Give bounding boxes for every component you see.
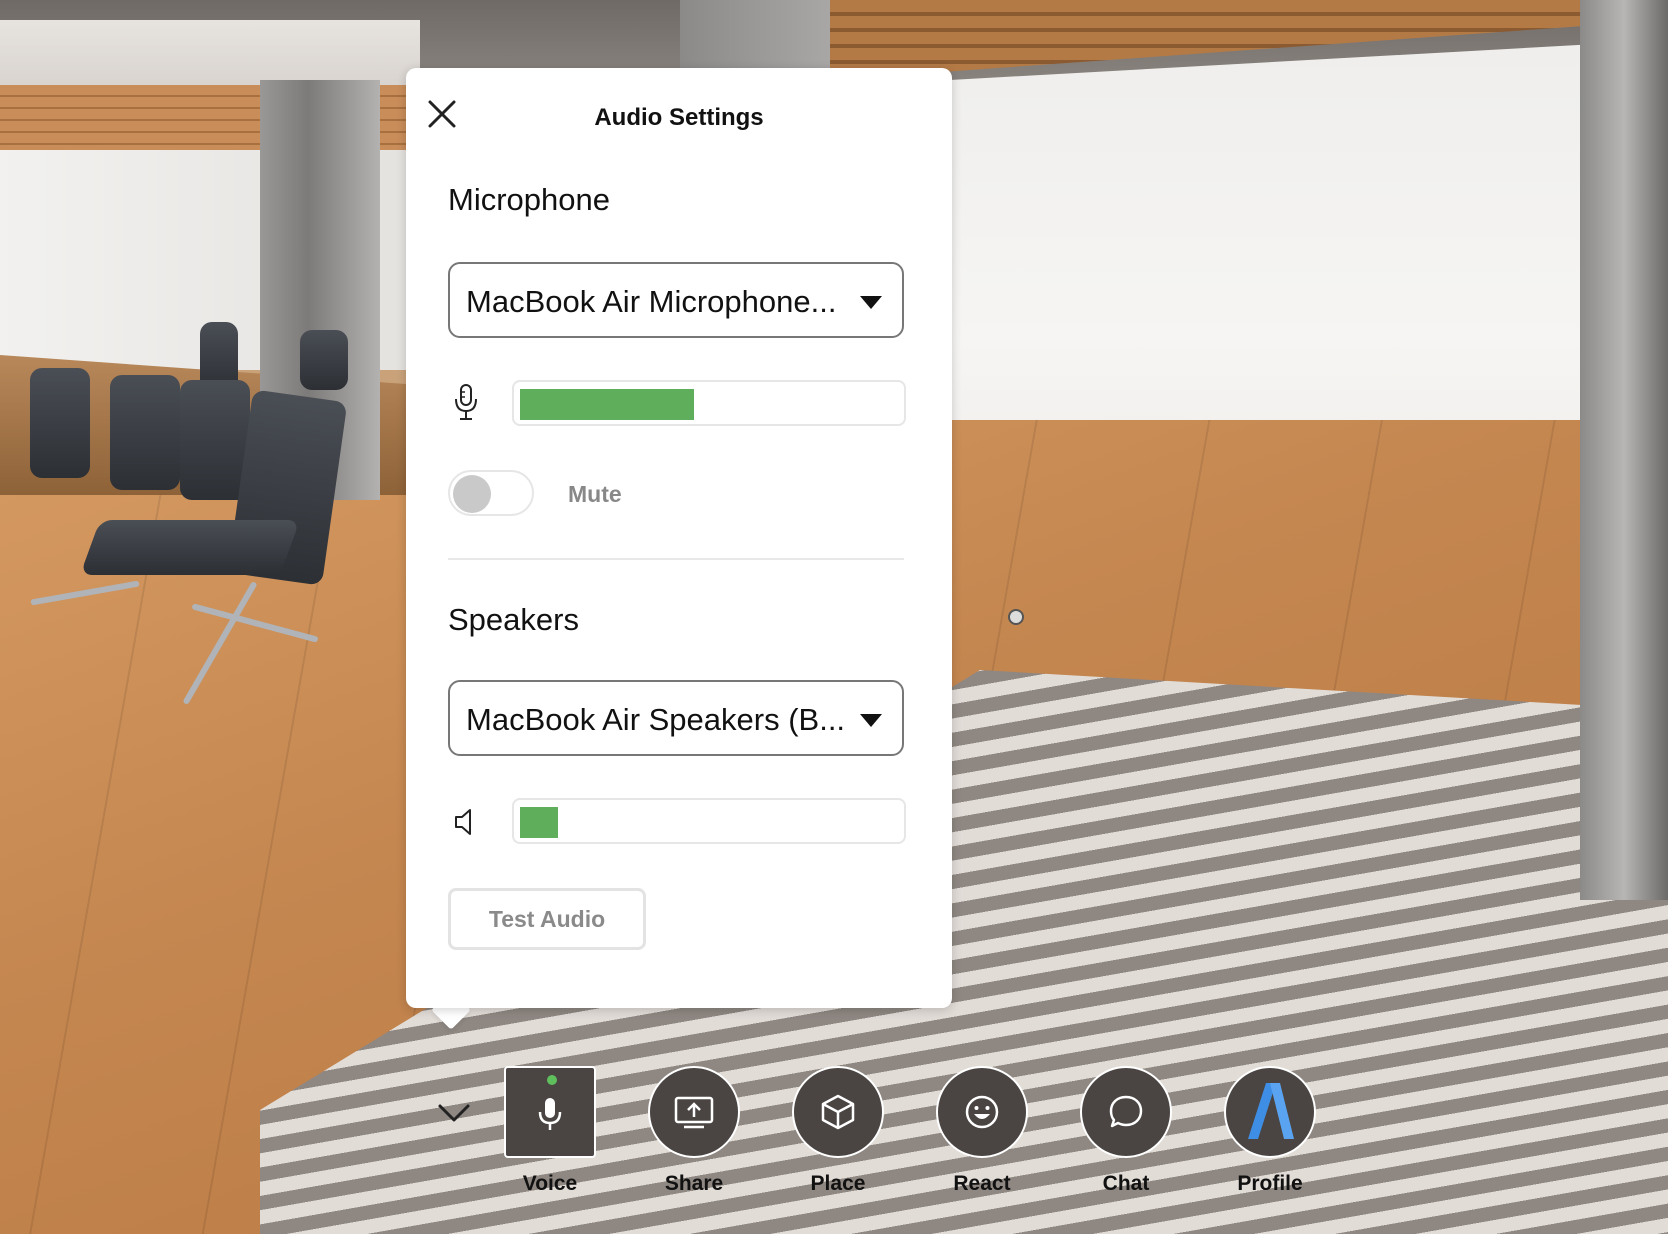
- voice-label: Voice: [522, 1172, 578, 1195]
- chair: [300, 330, 348, 390]
- speaker-icon: [448, 802, 484, 842]
- speakers-level-fill: [520, 807, 558, 838]
- profile-label: Profile: [1237, 1172, 1303, 1195]
- toolbar-place[interactable]: Place: [790, 1066, 886, 1196]
- chat-bubble-icon: [1109, 1095, 1143, 1128]
- toolbar-react[interactable]: React: [934, 1066, 1030, 1196]
- panel-title: Audio Settings: [594, 104, 764, 131]
- share-button[interactable]: [648, 1066, 740, 1158]
- section-divider: [448, 558, 904, 560]
- collapse-toolbar-button[interactable]: [434, 1098, 474, 1128]
- share-label: Share: [664, 1172, 724, 1195]
- chat-label: Chat: [1102, 1172, 1150, 1195]
- active-indicator: [547, 1075, 557, 1085]
- profile-avatar-icon: [1248, 1083, 1294, 1139]
- toolbar-profile[interactable]: Profile: [1222, 1066, 1318, 1196]
- toolbar-voice[interactable]: Voice: [502, 1066, 598, 1196]
- mute-label: Mute: [568, 481, 622, 507]
- microphone-level-meter: [512, 380, 906, 426]
- react-button[interactable]: [936, 1066, 1028, 1158]
- place-label: Place: [810, 1172, 866, 1195]
- microphone-select[interactable]: MacBook Air Microphone...: [448, 262, 904, 338]
- chair: [110, 375, 180, 490]
- place-button[interactable]: [792, 1066, 884, 1158]
- caret-down-icon: [860, 714, 882, 727]
- speakers-select-value: MacBook Air Speakers (B...: [466, 702, 846, 737]
- microphone-level-fill: [520, 389, 694, 420]
- mute-toggle[interactable]: [448, 470, 534, 516]
- speakers-select[interactable]: MacBook Air Speakers (B...: [448, 680, 904, 756]
- smiley-icon: [965, 1095, 999, 1129]
- microphone-section-title: Microphone: [448, 182, 610, 217]
- voice-button[interactable]: [504, 1066, 596, 1158]
- toolbar-chat[interactable]: Chat: [1078, 1066, 1174, 1196]
- test-audio-button[interactable]: Test Audio: [448, 888, 646, 950]
- react-label: React: [953, 1172, 1011, 1195]
- profile-button[interactable]: [1224, 1066, 1316, 1158]
- speakers-section-title: Speakers: [448, 602, 579, 637]
- audio-settings-panel: Audio Settings Microphone MacBook Air Mi…: [406, 68, 952, 1008]
- microphone-icon: [538, 1098, 562, 1130]
- microphone-icon: [448, 382, 484, 422]
- chair: [79, 520, 301, 575]
- cursor-marker: [1008, 609, 1024, 625]
- speakers-level-meter: [512, 798, 906, 844]
- caret-down-icon: [860, 296, 882, 309]
- chevron-down-icon: [438, 1104, 470, 1122]
- microphone-select-value: MacBook Air Microphone...: [466, 284, 837, 319]
- toolbar-share[interactable]: Share: [646, 1066, 742, 1196]
- chat-button[interactable]: [1080, 1066, 1172, 1158]
- cube-icon: [821, 1094, 855, 1130]
- screen-share-icon: [674, 1096, 714, 1129]
- chair: [30, 368, 90, 478]
- pillar: [1580, 0, 1668, 900]
- toggle-knob: [453, 475, 491, 513]
